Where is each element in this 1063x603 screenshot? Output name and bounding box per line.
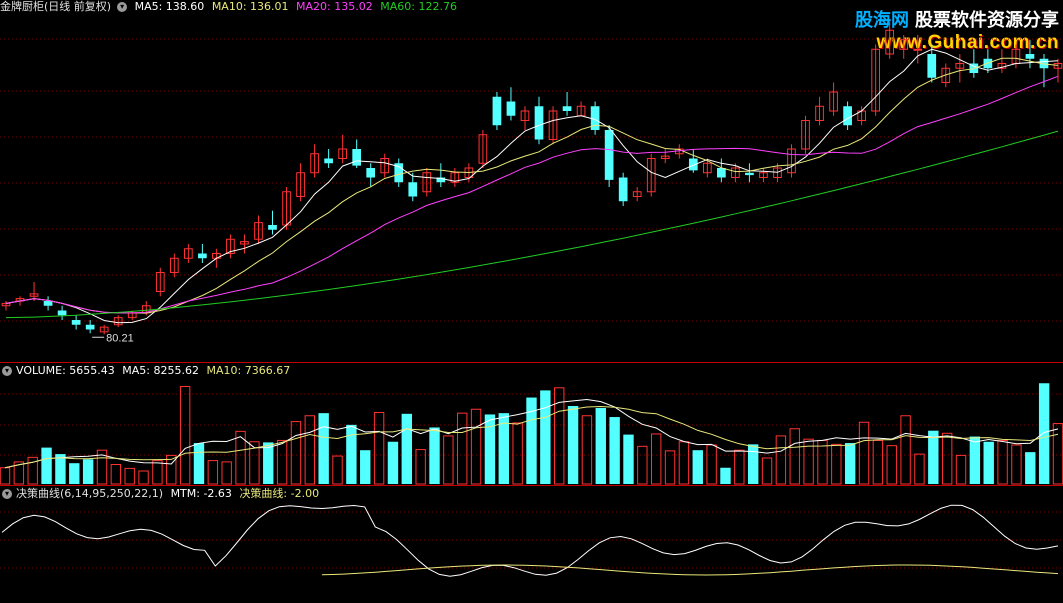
volume-bar-up — [678, 441, 690, 485]
volume-bar-down — [692, 450, 703, 484]
low-price-label: 80.21 — [106, 332, 134, 344]
volume-bar-down — [844, 443, 856, 484]
volume-bar-down — [623, 434, 634, 484]
volume-bar-up — [858, 421, 870, 485]
volume-bar-down — [720, 467, 731, 484]
volume-bar-down — [595, 407, 606, 484]
volume-bar-down — [540, 390, 551, 484]
volume-bar-down — [429, 427, 440, 484]
volume-bar-down — [609, 417, 620, 484]
candle-body-down — [57, 310, 67, 316]
volume-bar-up — [457, 412, 468, 485]
volume-bar-up — [997, 439, 1008, 485]
volume-bar-down — [1025, 452, 1036, 484]
volume-bar-up — [955, 454, 967, 485]
volume-bar-up — [886, 445, 897, 485]
volume-bar-up — [110, 464, 122, 485]
candle-body-up — [913, 48, 923, 51]
volume-bar-up — [761, 457, 773, 485]
volume-bar-up — [290, 421, 302, 485]
volume-bar-down — [567, 406, 579, 484]
candle-body-down — [324, 158, 333, 164]
volume-bar-up — [221, 461, 232, 485]
volume-bar-down — [387, 441, 399, 484]
volume-bar-up — [789, 428, 800, 485]
volume-bar-up — [831, 443, 842, 485]
volume-bar-up — [124, 467, 135, 485]
volume-bar-up — [637, 445, 648, 485]
volume-bar-up — [304, 415, 316, 485]
volume-bar-up — [664, 450, 676, 485]
volume-bar-up — [1011, 444, 1022, 485]
volume-bar-up — [581, 415, 593, 485]
volume-bar-down — [969, 436, 981, 484]
candle-body-down — [43, 301, 53, 306]
candle-body-down — [268, 225, 277, 230]
volume-bar-down — [263, 442, 274, 484]
decision-curve-line — [321, 564, 1059, 576]
candle-body-down — [745, 172, 754, 176]
candle-body-down — [843, 106, 852, 126]
candle-body-down — [198, 253, 207, 259]
candle-body-down — [562, 106, 572, 111]
volume-bar-up — [332, 455, 343, 485]
volume-bar-up — [443, 435, 454, 485]
volume-bar-up — [276, 439, 288, 485]
volume-bar-up — [651, 433, 662, 485]
volume-bar-up — [817, 439, 828, 485]
candle-body-down — [534, 106, 544, 140]
volume-bar-up — [914, 453, 925, 485]
volume-bar-down — [747, 444, 759, 484]
candle-body-down — [408, 182, 418, 197]
candle-body-down — [85, 324, 95, 330]
candle-body-down — [71, 320, 81, 325]
volume-bar-up — [138, 470, 149, 485]
volume-bar-up — [0, 467, 11, 485]
volume-bar-up — [900, 415, 911, 485]
candle-body-down — [927, 54, 937, 78]
volume-bar-down — [41, 447, 52, 484]
candle-body-down — [618, 177, 628, 202]
volume-bar-down — [318, 413, 329, 484]
volume-bar-up — [179, 386, 191, 485]
volume-bar-up — [207, 460, 219, 485]
volume-bar-down — [983, 441, 994, 484]
stock-chart: 80.21 — [0, 20, 1063, 577]
volume-bar-down — [360, 450, 371, 484]
candle-body-down — [506, 101, 516, 116]
volume-bar-up — [872, 439, 884, 485]
volume-bar-down — [401, 413, 412, 484]
candle-body-down — [717, 168, 726, 178]
volume-bar-up — [775, 435, 787, 485]
candle-body-down — [604, 130, 614, 180]
volume-bar-down — [484, 414, 496, 484]
volume-bar-up — [1052, 423, 1063, 485]
volume-bar-down — [82, 459, 94, 484]
volume-bar-up — [512, 422, 523, 485]
candle-body-down — [352, 149, 362, 166]
candle-body-down — [492, 96, 502, 126]
volume-bar-up — [470, 408, 482, 485]
volume-bar-up — [941, 432, 953, 485]
volume-bar-down — [1038, 383, 1050, 484]
volume-bar-up — [373, 412, 385, 485]
volume-bar-down — [928, 430, 939, 484]
candle-body-down — [366, 168, 376, 178]
volume-bar-down — [69, 463, 80, 484]
volume-bar-up — [706, 444, 717, 485]
candle-body-down — [1025, 54, 1035, 59]
volume-bar-up — [152, 460, 163, 485]
volume-bar-down — [346, 424, 357, 484]
volume-bar-down — [193, 443, 205, 484]
volume-bar-down — [55, 454, 66, 484]
